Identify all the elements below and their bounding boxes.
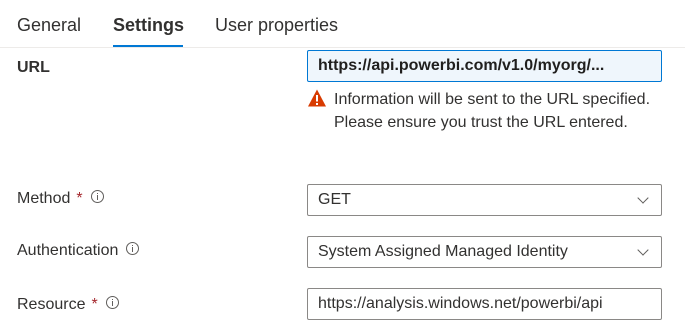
info-icon[interactable] bbox=[105, 295, 119, 309]
authentication-label: Authentication bbox=[17, 241, 140, 261]
tab-bar: General Settings User properties bbox=[0, 0, 685, 48]
tab-settings[interactable]: Settings bbox=[113, 14, 184, 36]
warning-icon bbox=[308, 89, 326, 107]
info-icon[interactable] bbox=[126, 241, 140, 255]
required-asterisk: * bbox=[91, 296, 98, 313]
url-label: URL bbox=[17, 58, 50, 78]
authentication-dropdown-value: System Assigned Managed Identity bbox=[318, 243, 568, 260]
authentication-dropdown[interactable]: System Assigned Managed Identity bbox=[307, 236, 662, 268]
url-label-text: URL bbox=[17, 59, 50, 76]
url-input-value: https://api.powerbi.com/v1.0/myorg/... bbox=[318, 57, 605, 74]
method-dropdown-value: GET bbox=[318, 191, 351, 208]
resource-input[interactable]: https://analysis.windows.net/powerbi/api bbox=[307, 288, 662, 320]
resource-input-value: https://analysis.windows.net/powerbi/api bbox=[318, 295, 603, 312]
method-label-text: Method bbox=[17, 190, 71, 207]
method-dropdown[interactable]: GET bbox=[307, 184, 662, 216]
url-warning-message: Information will be sent to the URL spec… bbox=[307, 88, 667, 134]
warning-text: Information will be sent to the URL spec… bbox=[334, 91, 651, 131]
tab-general[interactable]: General bbox=[17, 14, 81, 36]
url-input[interactable]: https://api.powerbi.com/v1.0/myorg/... bbox=[307, 50, 662, 82]
info-icon[interactable] bbox=[90, 189, 104, 203]
resource-label-text: Resource bbox=[17, 296, 86, 313]
chevron-down-icon bbox=[637, 244, 649, 256]
authentication-label-text: Authentication bbox=[17, 242, 119, 259]
active-tab-indicator bbox=[113, 45, 183, 47]
chevron-down-icon bbox=[637, 192, 649, 204]
required-asterisk: * bbox=[76, 190, 83, 207]
method-label: Method * bbox=[17, 189, 104, 209]
tab-user-properties[interactable]: User properties bbox=[215, 14, 338, 36]
resource-label: Resource * bbox=[17, 295, 119, 315]
